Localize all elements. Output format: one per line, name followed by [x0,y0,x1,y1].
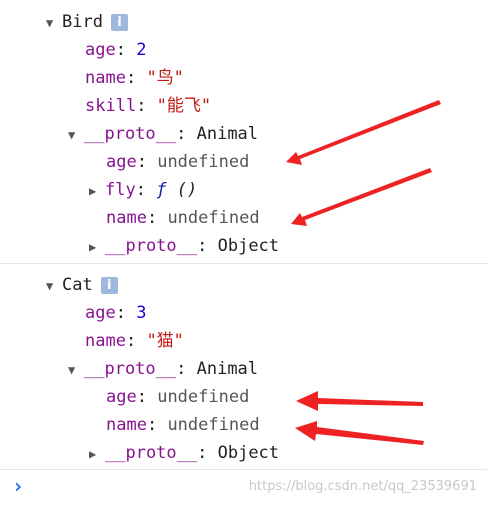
red-arrow-annotation [296,391,423,411]
red-arrow-annotation [286,100,441,165]
annotation-layer [286,100,441,445]
red-arrow-annotation [291,168,432,226]
red-arrow-annotation [295,421,424,445]
